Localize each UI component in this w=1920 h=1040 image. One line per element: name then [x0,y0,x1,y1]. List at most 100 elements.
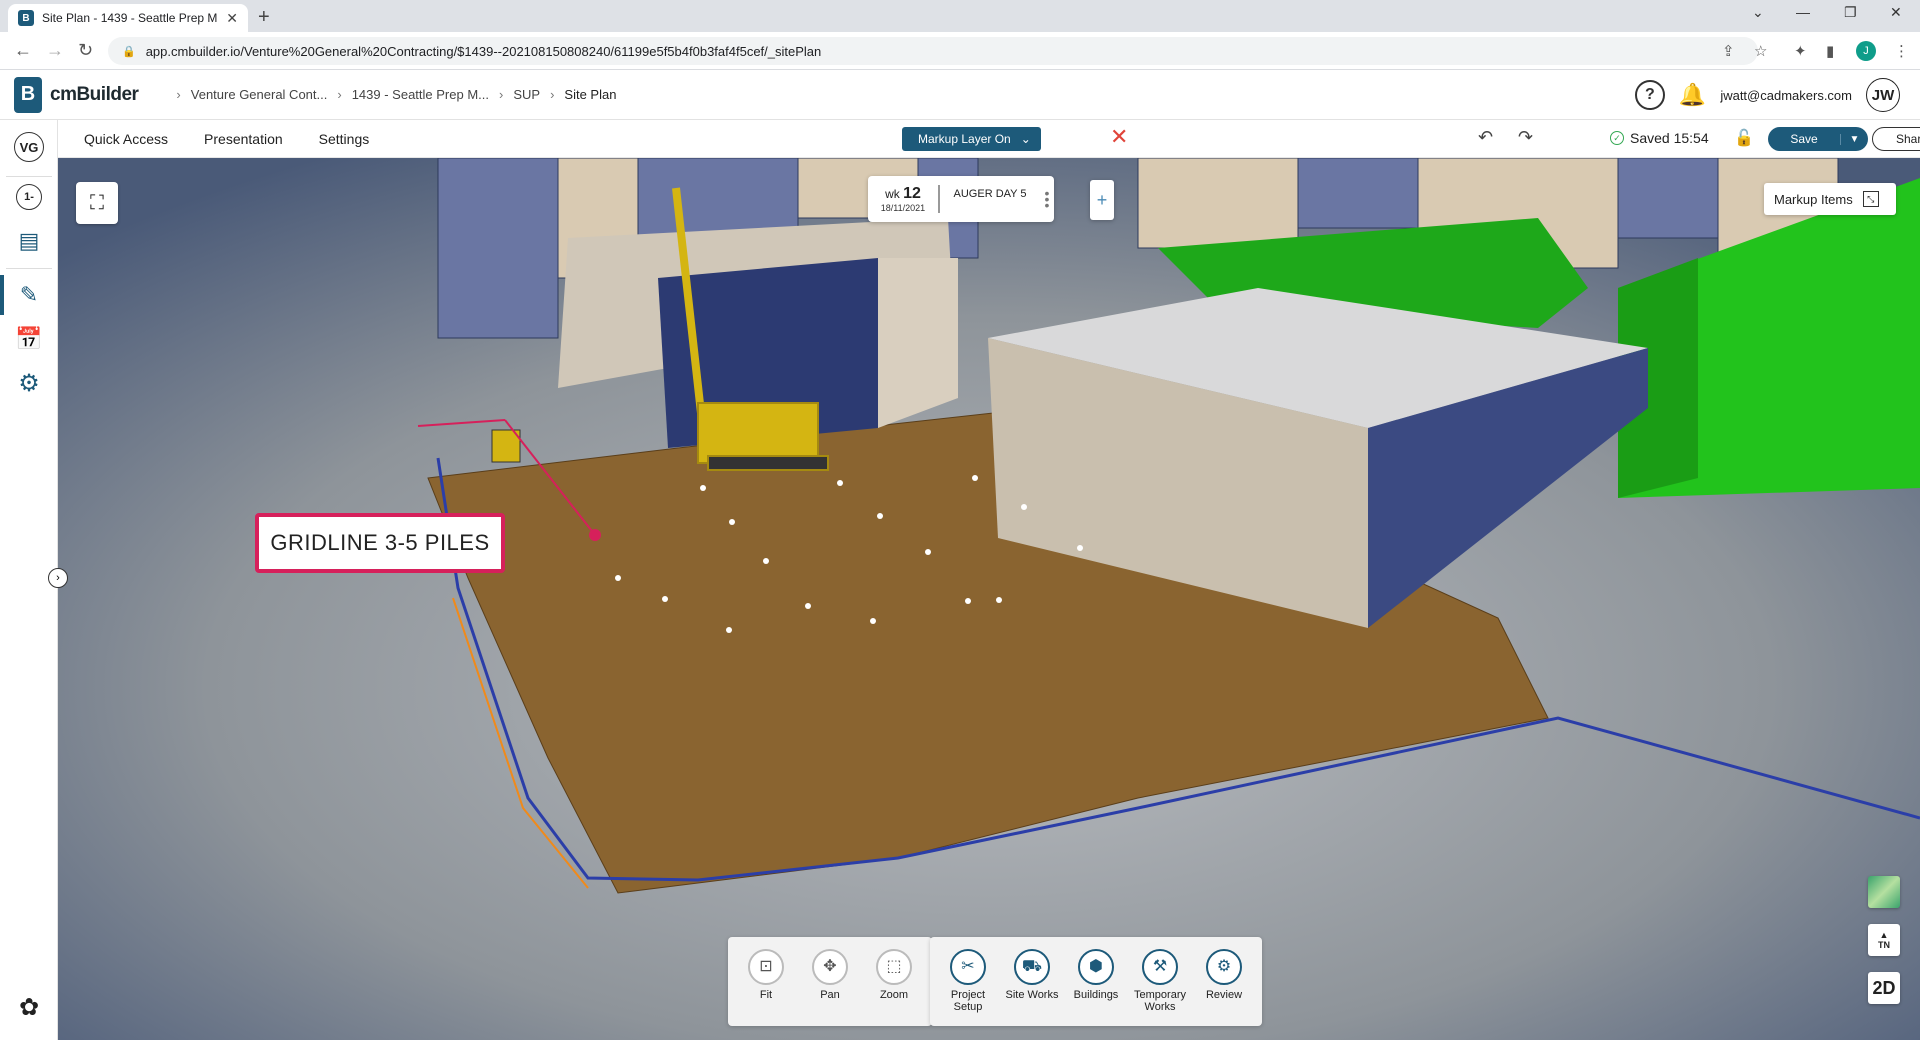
tab-title: Site Plan - 1439 - Seattle Prep M [42,11,218,25]
site-3d-viewport[interactable] [58,158,1920,1040]
user-email[interactable]: jwatt@cadmakers.com [1720,88,1852,103]
true-north-label: TN [1878,940,1890,950]
lock-icon: 🔒 [122,45,136,58]
drawings-icon[interactable]: ▤ [14,226,44,256]
browser-menu-icon[interactable]: ⋮ [1894,42,1909,60]
zoom-button[interactable]: ⬚ Zoom [862,949,926,1026]
true-north-button[interactable]: ▲ TN [1868,924,1900,956]
back-icon[interactable]: ← [14,40,32,61]
markup-items-button[interactable]: Markup Items ⤡ [1764,183,1896,215]
review-button[interactable]: ⚙ Review [1192,949,1256,1026]
zoom-icon: ⬚ [876,949,912,985]
markup-items-label: Markup Items [1774,191,1853,207]
app-header: B cmBuilder › Venture General Cont... › … [0,70,1920,120]
share-button[interactable]: Share [1872,127,1920,151]
markup-layer-label: Markup Layer On [918,132,1011,146]
site-works-icon: ⛟ [1014,949,1050,985]
new-tab-icon[interactable]: + [258,6,270,29]
menu-presentation[interactable]: Presentation [204,131,283,147]
apps-flower-icon[interactable]: ✿ [14,992,44,1022]
project-setup-icon: ✂ [950,949,986,985]
reload-icon[interactable]: ↻ [78,40,93,61]
address-bar[interactable]: 🔒 app.cmbuilder.io/Venture%20General%20C… [108,37,1758,65]
temporary-works-button[interactable]: ⚒ Temporary Works [1128,949,1192,1026]
calendar-icon[interactable]: 📅 [14,324,44,354]
pan-button[interactable]: ✥ Pan [798,949,862,1026]
breadcrumb-current: Site Plan [564,87,617,102]
lock-icon[interactable]: 🔓 [1734,128,1754,148]
company-switcher[interactable]: VG [14,132,44,162]
temporary-works-label: Temporary Works [1134,989,1186,1013]
buildings-label: Buildings [1073,989,1119,1001]
review-icon: ⚙ [1206,949,1242,985]
save-options-chevron-icon[interactable]: ▼ [1840,133,1868,145]
breadcrumb-company[interactable]: Venture General Cont... [191,87,328,102]
markup-layer-dropdown[interactable]: Markup Layer On ⌄ [902,127,1041,151]
close-window-icon[interactable]: ✕ [1890,4,1902,21]
breadcrumb-project[interactable]: 1439 - Seattle Prep M... [352,87,489,102]
notifications-bell-icon[interactable]: 🔔 [1679,82,1706,108]
site-plan-pen-icon[interactable]: ✎ [14,280,44,310]
active-indicator [0,275,4,315]
site-scene [58,158,1920,1040]
review-label: Review [1205,989,1243,1001]
browser-toolbar: ← → ↻ 🔒 app.cmbuilder.io/Venture%20Gener… [0,32,1920,70]
markup-callout[interactable]: GRIDLINE 3-5 PILES [255,513,505,573]
browser-tab[interactable]: B Site Plan - 1439 - Seattle Prep M ✕ [8,4,248,32]
project-setup-button[interactable]: ✂ Project Setup [936,949,1000,1026]
week-date: 18/11/2021 [880,203,926,213]
side-panel-icon[interactable]: ▮ [1826,42,1834,60]
timeline-week-card[interactable]: wk 12 18/11/2021 AUGER DAY 5 • • • [868,176,1054,222]
share-page-icon[interactable]: ⇪ [1722,42,1735,60]
fit-button[interactable]: ⊡ Fit [734,949,798,1026]
buildings-button[interactable]: ⬢ Buildings [1064,949,1128,1026]
temporary-works-icon: ⚒ [1142,949,1178,985]
category-tools: ✂ Project Setup ⛟ Site Works ⬢ Buildings… [930,937,1262,1026]
cmbuilder-logo-icon[interactable]: B [14,76,42,113]
site-works-button[interactable]: ⛟ Site Works [1000,949,1064,1026]
map-style-icon[interactable] [1868,876,1900,908]
settings-gear-icon[interactable]: ⚙ [14,368,44,398]
user-avatar[interactable]: JW [1866,78,1900,112]
extensions-icon[interactable]: ✦ [1794,42,1807,60]
restore-icon[interactable]: ❐ [1844,4,1857,21]
url-text: app.cmbuilder.io/Venture%20General%20Con… [145,43,822,59]
level-selector[interactable]: 1- [16,184,42,210]
save-label: Save [1790,132,1818,146]
close-markup-icon[interactable]: ✕ [1110,124,1128,150]
check-icon: ✓ [1610,131,1624,145]
help-icon[interactable]: ? [1634,80,1665,110]
layer-tree-icon[interactable]: ⛶ [76,182,118,224]
bookmark-star-icon[interactable]: ☆ [1754,42,1767,60]
callout-anchor-dot[interactable] [589,529,601,541]
chevron-right-icon: › [550,87,555,102]
forward-icon[interactable]: → [46,40,64,61]
breadcrumb-phase[interactable]: SUP [513,87,540,102]
redo-icon[interactable]: ↷ [1518,127,1533,148]
save-button[interactable]: Save ▼ [1768,127,1868,151]
expand-sidebar-chevron-icon[interactable]: › [48,568,68,588]
project-setup-label: Project Setup [950,989,986,1013]
menu-settings[interactable]: Settings [319,131,370,147]
fit-icon: ⊡ [748,949,784,985]
tab-search-icon[interactable]: ⌄ [1752,4,1764,21]
north-arrow-icon: ▲ [1879,930,1889,940]
chevron-right-icon: › [337,87,342,102]
fit-label: Fit [759,989,773,1001]
menu-quick-access[interactable]: Quick Access [84,131,168,147]
minimize-icon[interactable]: — [1796,4,1810,20]
buildings-icon: ⬢ [1078,949,1114,985]
divider [6,176,52,177]
add-step-icon[interactable]: + [1090,180,1114,220]
zoom-label: Zoom [879,989,909,1001]
more-options-icon[interactable]: • • • [1040,186,1054,212]
close-tab-icon[interactable]: ✕ [226,10,238,27]
view-mode-toggle[interactable]: 2D [1868,972,1900,1004]
saved-time: Saved 15:54 [1630,130,1709,146]
editor-toolbar: Quick Access Presentation Settings Marku… [58,120,1920,158]
divider [6,268,52,269]
undo-icon[interactable]: ↶ [1478,127,1493,148]
chevron-right-icon: › [176,87,181,102]
pan-label: Pan [820,989,840,1001]
profile-avatar[interactable]: J [1856,41,1876,61]
